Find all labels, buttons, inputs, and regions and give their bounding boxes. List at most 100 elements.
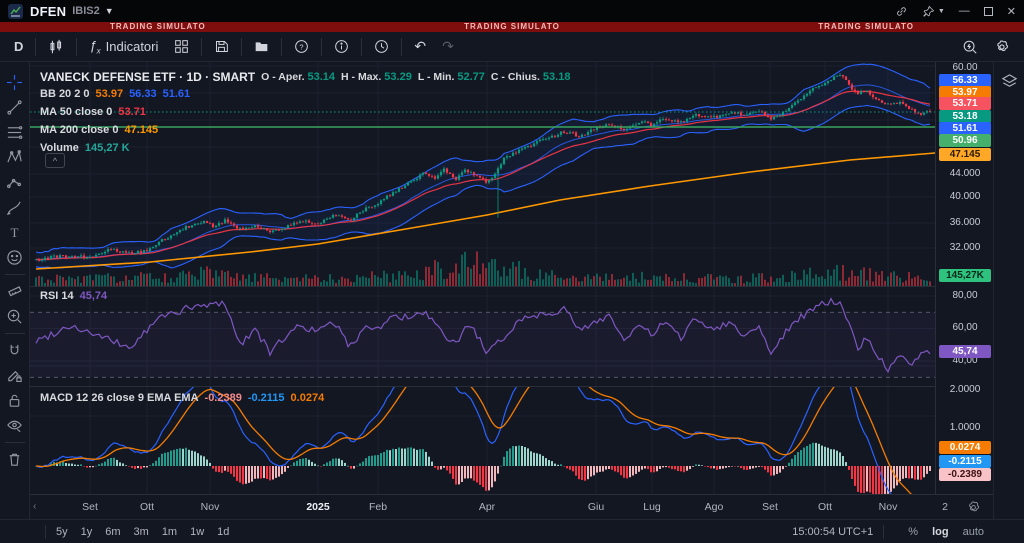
svg-text:?: ? (300, 42, 304, 51)
axis-settings-gear-icon[interactable] (966, 500, 981, 515)
price-axis-label: 40.000 (949, 191, 981, 202)
bb-upper-value: 56.33 (129, 88, 157, 100)
axis-collapse-arrow[interactable]: ‹ (33, 501, 36, 512)
replay-button[interactable] (366, 36, 397, 57)
date-range-buttons: 5y 1y 6m 3m 1m 1w 1d (56, 526, 242, 538)
macd-hist-value: -0.2389 (204, 392, 242, 404)
undo-button[interactable]: ↶ (406, 35, 434, 58)
symbol-dropdown-caret[interactable]: ▼ (105, 6, 114, 16)
chart-canvas[interactable] (30, 62, 935, 494)
bb-legend[interactable]: BB 20 2 0 53.97 56.33 51.61 (40, 88, 190, 100)
banner-text: TRADING SIMULATO (110, 22, 206, 31)
price-axis-label: 80,00 (952, 290, 978, 301)
ma200-value: 47.145 (124, 124, 159, 136)
time-axis-label: Nov (200, 501, 220, 513)
indicators-button[interactable]: ƒx Indicatori (81, 35, 166, 59)
info-button[interactable] (326, 36, 357, 57)
price-axis-badge: 145,27K (939, 269, 991, 282)
measure-tool[interactable] (2, 279, 28, 304)
price-axis-badge: -0.2389 (939, 468, 991, 481)
crosshair-tool[interactable] (2, 70, 28, 95)
layout-grid-button[interactable] (166, 36, 197, 57)
range-button-1d[interactable]: 1d (217, 526, 229, 538)
maximize-button[interactable] (983, 6, 993, 16)
timeframe-button[interactable]: D (6, 36, 31, 57)
minimize-button[interactable]: — (959, 5, 970, 17)
banner-text: TRADING SIMULATO (818, 22, 914, 31)
grid-icon (175, 40, 189, 53)
log-scale-button[interactable]: log (932, 526, 949, 538)
range-button-3m[interactable]: 3m (134, 526, 149, 538)
hide-drawings-tool[interactable] (2, 413, 28, 438)
auto-scale-button[interactable]: auto (963, 526, 984, 538)
symbol-legend[interactable]: VANECK DEFENSE ETF · 1D · SMART O - Aper… (40, 70, 570, 84)
link-icon[interactable] (895, 5, 908, 18)
time-axis-label: Set (762, 501, 778, 513)
quick-search-button[interactable] (954, 36, 986, 58)
pattern-tool[interactable] (2, 145, 28, 170)
price-axis-badge: -0.2115 (939, 455, 991, 468)
time-axis-label: Nov (878, 501, 898, 513)
forecast-tool[interactable] (2, 170, 28, 195)
price-axis-label: 32.000 (949, 242, 981, 253)
trend-line-tool[interactable] (2, 95, 28, 120)
close-button[interactable]: ✕ (1007, 5, 1016, 18)
time-axis-label: Ott (139, 501, 155, 513)
folder-icon (256, 42, 268, 52)
price-axis-badge: 53.71 (939, 97, 991, 110)
banner-text: TRADING SIMULATO (464, 22, 560, 31)
time-axis[interactable]: ‹ Set Ott Nov 2025 Feb Apr Giu Lug Ago Set Ott Nov 2 (30, 494, 993, 519)
chart-style-button[interactable] (40, 36, 72, 58)
time-axis-label: Ago (704, 501, 724, 513)
object-tree-layers-icon[interactable] (1000, 72, 1019, 91)
save-layout-button[interactable] (206, 36, 237, 57)
rsi-value: 45,74 (79, 290, 108, 302)
brush-tool[interactable] (2, 195, 28, 220)
price-axis-badge: 47.145 (939, 148, 991, 161)
fib-retracement-tool[interactable] (2, 120, 28, 145)
text-tool[interactable]: T (2, 220, 28, 245)
settings-button[interactable] (986, 36, 1018, 58)
range-button-5y[interactable]: 5y (56, 526, 68, 538)
range-button-1m[interactable]: 1m (162, 526, 177, 538)
percent-scale-button[interactable]: % (908, 526, 918, 538)
collapse-legend-button[interactable]: ^ (45, 153, 65, 168)
time-axis-label: 2025 (306, 501, 330, 513)
help-button[interactable]: ? (286, 36, 317, 57)
price-axis-label: 60.00 (952, 62, 978, 73)
price-axis-label: 1.0000 (949, 422, 981, 433)
magnet-tool[interactable] (2, 338, 28, 363)
lock-tool[interactable] (2, 388, 28, 413)
range-button-1y[interactable]: 1y (81, 526, 93, 538)
gear-icon (997, 39, 1009, 51)
app-logo-icon (8, 3, 23, 19)
ma50-legend[interactable]: MA 50 close 0 53.71 (40, 106, 146, 118)
symbol-name[interactable]: DFEN (30, 4, 66, 19)
emoji-tool[interactable] (2, 245, 28, 270)
time-axis-label: Apr (478, 501, 496, 513)
ma50-value: 53.71 (118, 106, 146, 118)
price-axis[interactable]: 60.00 44.000 40.000 36.000 32.000 80,00 60,00 4… (935, 62, 993, 519)
price-axis-badge: 45,74 (939, 345, 991, 358)
search-flash-icon (963, 40, 977, 54)
open-layout-button[interactable] (246, 36, 277, 57)
zoom-in-tool[interactable] (2, 304, 28, 329)
time-axis-label: Lug (643, 501, 661, 513)
fx-icon: ƒx (89, 37, 101, 56)
range-button-1w[interactable]: 1w (190, 526, 204, 538)
info-icon (335, 40, 349, 53)
clock-display[interactable]: 15:00:54 UTC+1 (792, 526, 873, 538)
range-button-6m[interactable]: 6m (105, 526, 120, 538)
drawing-toolbar: T (0, 62, 30, 519)
chart-area[interactable]: VANECK DEFENSE ETF · 1D · SMART O - Aper… (30, 62, 993, 519)
ma200-legend[interactable]: MA 200 close 0 47.145 (40, 124, 158, 136)
right-sidebar (993, 62, 1024, 519)
edit-lock-tool[interactable] (2, 363, 28, 388)
volume-value: 145,27 K (84, 142, 130, 154)
redo-button[interactable]: ↷ (434, 35, 462, 58)
bb-basis-value: 53.97 (95, 88, 124, 100)
pin-icon[interactable]: ▼ (922, 5, 945, 18)
macd-legend[interactable]: MACD 12 26 close 9 EMA EMA -0.2389 -0.21… (40, 392, 324, 404)
remove-drawings-tool[interactable] (2, 447, 28, 472)
rsi-legend[interactable]: RSI 14 45,74 (40, 290, 107, 302)
